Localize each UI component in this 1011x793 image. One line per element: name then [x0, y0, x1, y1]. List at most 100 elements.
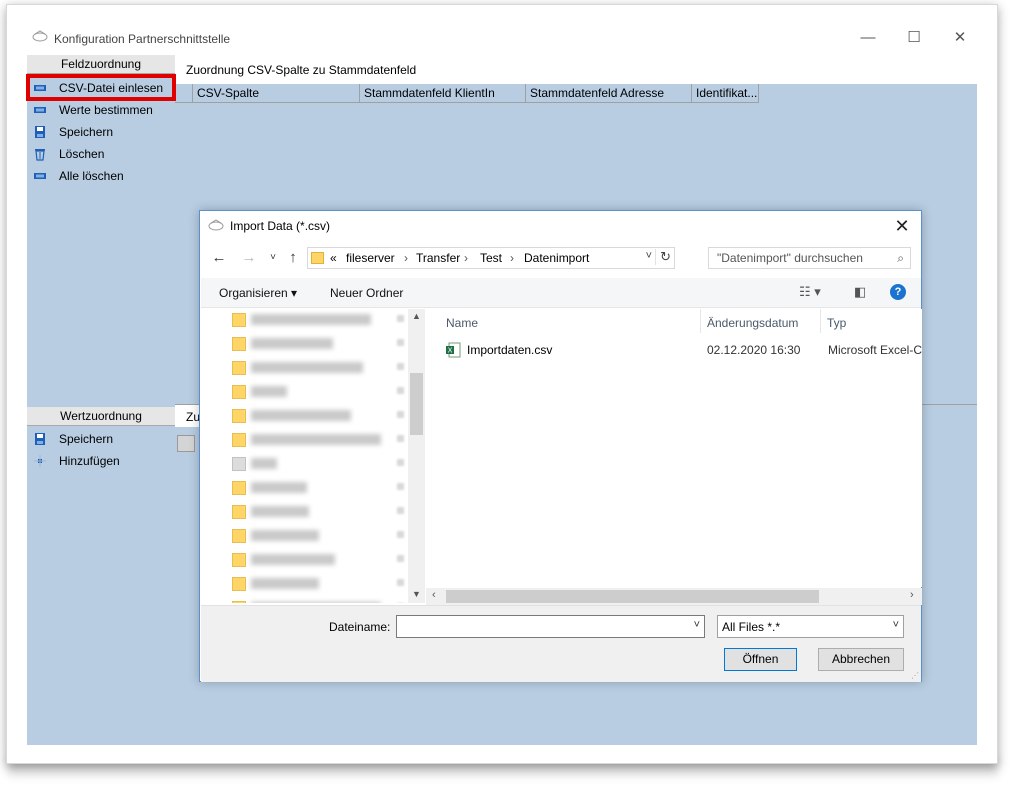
tree-folder-item[interactable] — [201, 550, 406, 570]
import-dialog: Import Data (*.csv) ✕ ← → ˅ ↑ « fileserv… — [199, 210, 922, 682]
value-mapping-title: Zu — [186, 410, 201, 424]
filename-input[interactable]: ˅ — [396, 615, 705, 638]
tree-folder-item[interactable] — [201, 310, 406, 330]
sidebar-item-label: Speichern — [59, 125, 114, 139]
trash-icon — [33, 147, 47, 161]
grid-col-identifikation[interactable]: Identifikat... — [692, 84, 759, 103]
sidebar-item-loeschen[interactable]: Löschen — [33, 145, 104, 163]
save-disk-icon — [33, 432, 47, 446]
tree-folder-item[interactable] — [201, 502, 406, 522]
sidebar-header-feldzuordnung: Feldzuordnung — [27, 55, 175, 74]
app-logo-icon — [32, 30, 48, 42]
sidebar-header-wertzuordnung: Wertzuordnung — [27, 407, 175, 426]
folder-icon — [232, 409, 246, 423]
forward-arrow-icon[interactable]: → — [240, 249, 258, 267]
title-bar[interactable]: Konfiguration Partnerschnittstelle — ☐ ✕ — [7, 5, 997, 51]
grid-row-selector[interactable] — [177, 435, 195, 452]
sidebar-item-alle-loeschen[interactable]: Alle löschen — [33, 167, 124, 185]
tree-folder-item[interactable] — [201, 574, 406, 594]
chevron-down-icon[interactable]: ˅ — [694, 619, 700, 631]
breadcrumb-overflow[interactable]: « — [330, 251, 337, 265]
search-input[interactable]: "Datenimport" durchsuchen ⌕ — [708, 247, 911, 269]
scroll-left-icon[interactable]: ‹ — [432, 589, 436, 601]
grid-col-stammdaten-adresse[interactable]: Stammdatenfeld Adresse — [526, 84, 692, 103]
sidebar-item-werte-bestimmen[interactable]: Werte bestimmen — [33, 101, 153, 119]
tree-folder-item[interactable] — [201, 430, 406, 450]
scroll-down-icon[interactable]: ▼ — [408, 589, 425, 599]
sidebar-item-label: Hinzufügen — [59, 454, 120, 468]
folder-icon — [232, 337, 246, 351]
cancel-button[interactable]: Abbrechen — [818, 648, 904, 671]
breadcrumb-test[interactable]: Test — [480, 251, 502, 265]
tree-folder-item[interactable] — [201, 382, 406, 402]
help-icon[interactable]: ? — [890, 284, 906, 300]
sidebar: Feldzuordnung CSV-Datei einlesen Werte b… — [27, 55, 175, 745]
sidebar-item-hinzufuegen[interactable]: Hinzufügen — [33, 452, 120, 470]
breadcrumb-sep-icon: › — [404, 251, 408, 265]
tree-vertical-scrollbar[interactable]: ▲ ▼ — [408, 309, 425, 603]
breadcrumb-datenimport[interactable]: Datenimport — [524, 251, 589, 265]
tree-folder-item[interactable] — [201, 454, 406, 474]
search-placeholder: "Datenimport" durchsuchen — [717, 251, 863, 265]
preview-pane-icon[interactable]: ◧ — [854, 284, 866, 300]
tree-folder-item[interactable] — [201, 478, 406, 498]
resize-grip-icon[interactable]: ⋰ — [911, 671, 919, 680]
column-divider[interactable] — [820, 309, 821, 333]
folder-icon — [232, 361, 246, 375]
file-row-importdaten[interactable]: X Importdaten.csv 02.12.2020 16:30 Micro… — [441, 340, 922, 362]
file-type-filter[interactable]: All Files *.* ˅ — [717, 615, 904, 638]
folder-icon — [232, 601, 246, 603]
address-dropdown-icon[interactable]: ˅ — [646, 250, 652, 262]
breadcrumb-fileserver[interactable]: fileserver — [346, 251, 395, 265]
breadcrumb-transfer[interactable]: Transfer — [416, 251, 460, 265]
add-plus-icon — [33, 454, 47, 468]
folder-icon — [232, 529, 246, 543]
folder-icon — [232, 385, 246, 399]
scrollbar-thumb[interactable] — [446, 590, 819, 603]
scrollbar-thumb[interactable] — [410, 373, 423, 435]
tree-folder-item[interactable] — [201, 358, 406, 378]
sidebar-item-label: Speichern — [59, 432, 114, 446]
tree-folder-item[interactable] — [201, 526, 406, 546]
close-window-button[interactable]: ✕ — [945, 27, 975, 49]
scroll-right-icon[interactable]: › — [910, 589, 914, 601]
scroll-up-icon[interactable]: ▲ — [408, 311, 425, 321]
drive-icon — [232, 457, 246, 471]
maximize-button[interactable]: ☐ — [899, 27, 929, 49]
column-divider[interactable] — [700, 309, 701, 333]
col-header-name[interactable]: Name — [446, 316, 478, 330]
sidebar-item-speichern[interactable]: Speichern — [33, 123, 113, 141]
dialog-close-icon[interactable]: ✕ — [889, 213, 915, 239]
tree-folder-item[interactable] — [201, 406, 406, 426]
excel-csv-file-icon: X — [446, 342, 461, 358]
address-bar[interactable]: « fileserver › Transfer › Test › Datenim… — [307, 247, 675, 269]
organize-button[interactable]: Organisieren ▾ — [219, 286, 297, 300]
open-button[interactable]: Öffnen — [724, 648, 797, 671]
filename-label: Dateiname: — [329, 620, 391, 634]
col-header-date[interactable]: Änderungsdatum — [707, 316, 798, 330]
breadcrumb-sep-icon: › — [510, 251, 514, 265]
navigation-tree[interactable] — [201, 309, 425, 603]
file-list-horizontal-scrollbar[interactable]: ‹ › — [426, 588, 922, 605]
sidebar-item-speichern-werte[interactable]: Speichern — [33, 430, 113, 448]
grid-col-csv-spalte[interactable]: CSV-Spalte — [193, 84, 360, 103]
app-logo-icon — [208, 219, 224, 231]
up-arrow-icon[interactable]: ↑ — [284, 249, 302, 267]
recent-locations-chevron-icon[interactable]: ˅ — [264, 249, 282, 267]
view-options-icon[interactable]: ☷ ▾ — [799, 284, 821, 300]
chevron-down-icon[interactable]: ˅ — [893, 619, 899, 631]
folder-icon — [232, 553, 246, 567]
tree-folder-item[interactable] — [201, 598, 406, 603]
grid-col-stammdaten-klient[interactable]: Stammdatenfeld KlientIn — [360, 84, 526, 103]
dialog-footer: Dateiname: ˅ All Files *.* ˅ Öffnen Abbr… — [201, 605, 921, 682]
back-arrow-icon[interactable]: ← — [210, 249, 228, 267]
folder-icon — [232, 505, 246, 519]
new-folder-button[interactable]: Neuer Ordner — [330, 286, 403, 300]
minimize-button[interactable]: — — [853, 27, 883, 49]
refresh-icon[interactable]: ↻ — [655, 249, 671, 265]
col-header-type[interactable]: Typ — [827, 316, 846, 330]
sort-ascending-icon: ^ — [564, 309, 569, 314]
file-list[interactable]: ^ Name Änderungsdatum Typ X Importdaten.… — [426, 309, 922, 587]
mapping-title: Zuordnung CSV-Spalte zu Stammdatenfeld — [186, 63, 417, 77]
tree-folder-item[interactable] — [201, 334, 406, 354]
